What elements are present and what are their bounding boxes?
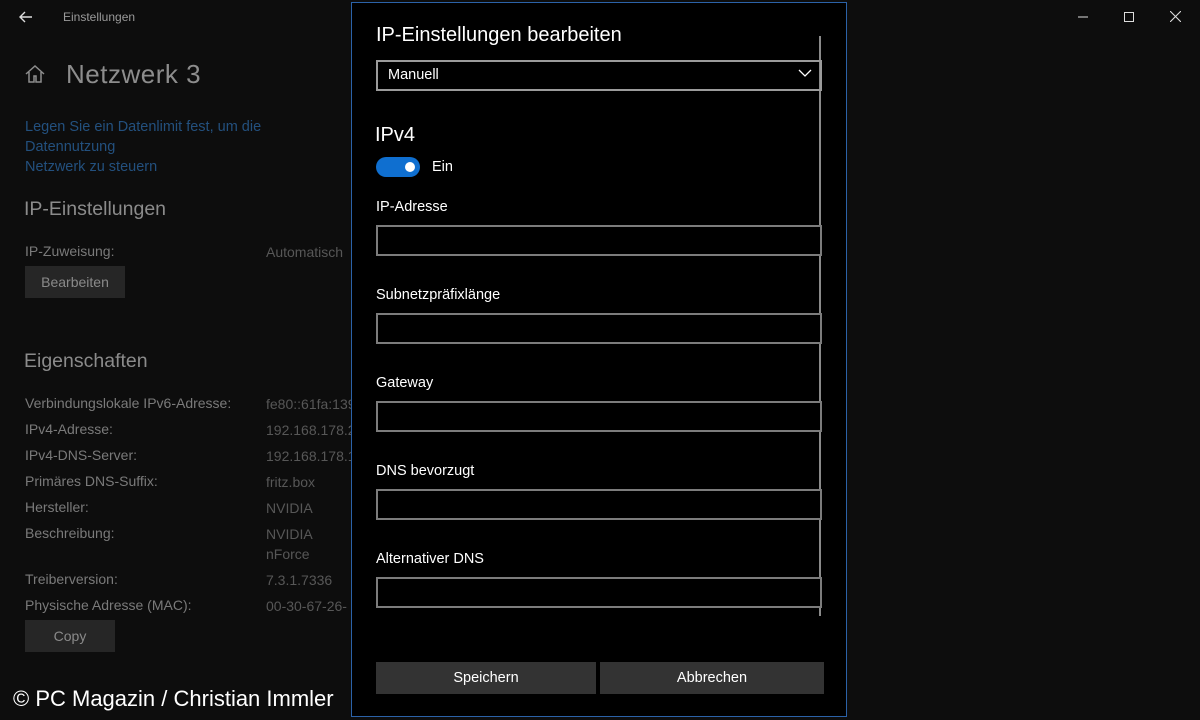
home-icon[interactable]	[24, 63, 46, 85]
preferred-dns-input[interactable]	[378, 491, 820, 518]
cancel-button[interactable]: Abbrechen	[600, 662, 824, 694]
alternate-dns-input[interactable]	[378, 579, 820, 606]
ip-address-input[interactable]	[378, 227, 820, 254]
close-icon	[1169, 10, 1181, 23]
property-label: Primäres DNS-Suffix:	[25, 473, 158, 489]
back-button[interactable]	[14, 6, 38, 28]
property-label: Treiberversion:	[25, 571, 118, 587]
ip-address-label: IP-Adresse	[376, 199, 448, 215]
chevron-down-icon	[798, 69, 812, 77]
close-button[interactable]	[1152, 0, 1198, 34]
subnet-prefix-label: Subnetzpräfixlänge	[376, 287, 501, 303]
property-value: fritz.box	[266, 474, 316, 490]
copy-button[interactable]: Copy	[25, 620, 115, 652]
gateway-field[interactable]	[376, 401, 822, 432]
property-value: NVIDIA	[266, 500, 313, 516]
ip-assignment-label: IP-Zuweisung:	[25, 243, 115, 259]
maximize-button[interactable]	[1106, 0, 1152, 34]
property-value: fe80::61fa:139	[266, 396, 351, 412]
preferred-dns-label: DNS bevorzugt	[376, 463, 475, 479]
alternate-dns-field[interactable]	[376, 577, 822, 608]
ip-address-field[interactable]	[376, 225, 822, 256]
property-value: 7.3.1.7336	[266, 572, 333, 588]
edit-button[interactable]: Bearbeiten	[25, 266, 125, 298]
settings-window: Einstellungen Netzwerk 3 Legen Sie ein D…	[0, 0, 1200, 720]
preferred-dns-field[interactable]	[376, 489, 822, 520]
property-value: 192.168.178.1	[266, 448, 351, 464]
ip-assignment-value: Automatisch	[266, 244, 344, 260]
minimize-button[interactable]	[1060, 0, 1106, 34]
ip-mode-select[interactable]: Manuell	[376, 60, 822, 91]
network-settings-page: Netzwerk 3 Legen Sie ein Datenlimit fest…	[0, 34, 351, 720]
property-label: Verbindungslokale IPv6-Adresse:	[25, 395, 232, 411]
minimize-icon	[1078, 16, 1088, 18]
ip-mode-value: Manuell	[388, 67, 439, 83]
property-value: NVIDIA nForce Controller	[266, 526, 312, 562]
alternate-dns-label: Alternativer DNS	[376, 551, 484, 567]
maximize-icon	[1124, 12, 1134, 22]
gateway-label: Gateway	[376, 375, 434, 391]
property-label: Beschreibung:	[25, 525, 115, 541]
save-button[interactable]: Speichern	[376, 662, 596, 694]
property-value: 00-30-67-26-	[266, 598, 347, 614]
ipv4-toggle-label: Ein	[432, 159, 453, 175]
properties-heading: Eigenschaften	[24, 350, 148, 372]
dialog-title: IP-Einstellungen bearbeiten	[376, 24, 622, 46]
copyright-watermark: © PC Magazin / Christian Immler	[13, 686, 334, 711]
edit-ip-settings-dialog: IP-Einstellungen bearbeiten Manuell IPv4…	[351, 2, 847, 717]
data-limit-link[interactable]: Legen Sie ein Datenlimit fest, um die Da…	[25, 117, 355, 177]
ip-settings-heading: IP-Einstellungen	[24, 198, 167, 220]
arrow-left-icon	[19, 11, 32, 23]
page-title: Netzwerk 3	[66, 59, 202, 89]
toggle-knob	[405, 162, 415, 172]
property-label: Physische Adresse (MAC):	[25, 597, 192, 613]
subnet-prefix-field[interactable]	[376, 313, 822, 344]
subnet-prefix-input[interactable]	[378, 315, 820, 342]
property-value: 192.168.178.2	[266, 422, 351, 438]
gateway-input[interactable]	[378, 403, 820, 430]
property-label: IPv4-DNS-Server:	[25, 447, 138, 463]
app-title: Einstellungen	[63, 10, 136, 24]
property-label: Hersteller:	[25, 499, 89, 515]
property-label: IPv4-Adresse:	[25, 421, 113, 437]
ipv4-heading: IPv4	[375, 124, 416, 146]
ipv4-toggle[interactable]	[376, 157, 420, 177]
